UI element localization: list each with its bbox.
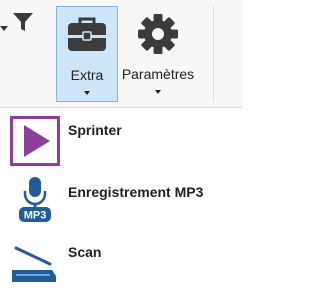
play-icon xyxy=(10,116,60,166)
extra-button-label: Extra xyxy=(70,67,104,83)
microphone-mp3-icon: MP3 xyxy=(19,177,51,222)
menu-item-scan[interactable]: Scan xyxy=(0,232,242,292)
parametres-button[interactable]: Paramètres xyxy=(118,6,198,102)
parametres-button-label: Paramètres xyxy=(121,66,195,82)
svg-text:MP3: MP3 xyxy=(24,210,47,222)
chevron-down-icon[interactable] xyxy=(0,26,8,31)
menu-item-label: Sprinter xyxy=(68,122,122,138)
menu-item-sprinter[interactable]: Sprinter xyxy=(0,112,242,172)
menu-item-enregistrement-mp3[interactable]: MP3 Enregistrement MP3 xyxy=(0,172,242,232)
gear-icon xyxy=(138,14,178,54)
toolbox-icon xyxy=(68,17,106,51)
extra-button[interactable]: Extra xyxy=(56,6,118,102)
extra-dropdown-menu: Sprinter MP3 Enregistrement MP3 Scan xyxy=(0,108,242,296)
menu-item-label: Enregistrement MP3 xyxy=(68,184,204,200)
chevron-down-icon xyxy=(84,91,90,95)
ribbon-divider xyxy=(213,6,214,102)
filter-icon[interactable] xyxy=(10,8,36,36)
scanner-icon xyxy=(12,246,56,282)
chevron-down-icon xyxy=(155,90,161,94)
ribbon-toolbar: Extra Paramètres xyxy=(0,0,242,108)
menu-item-label: Scan xyxy=(68,244,102,260)
